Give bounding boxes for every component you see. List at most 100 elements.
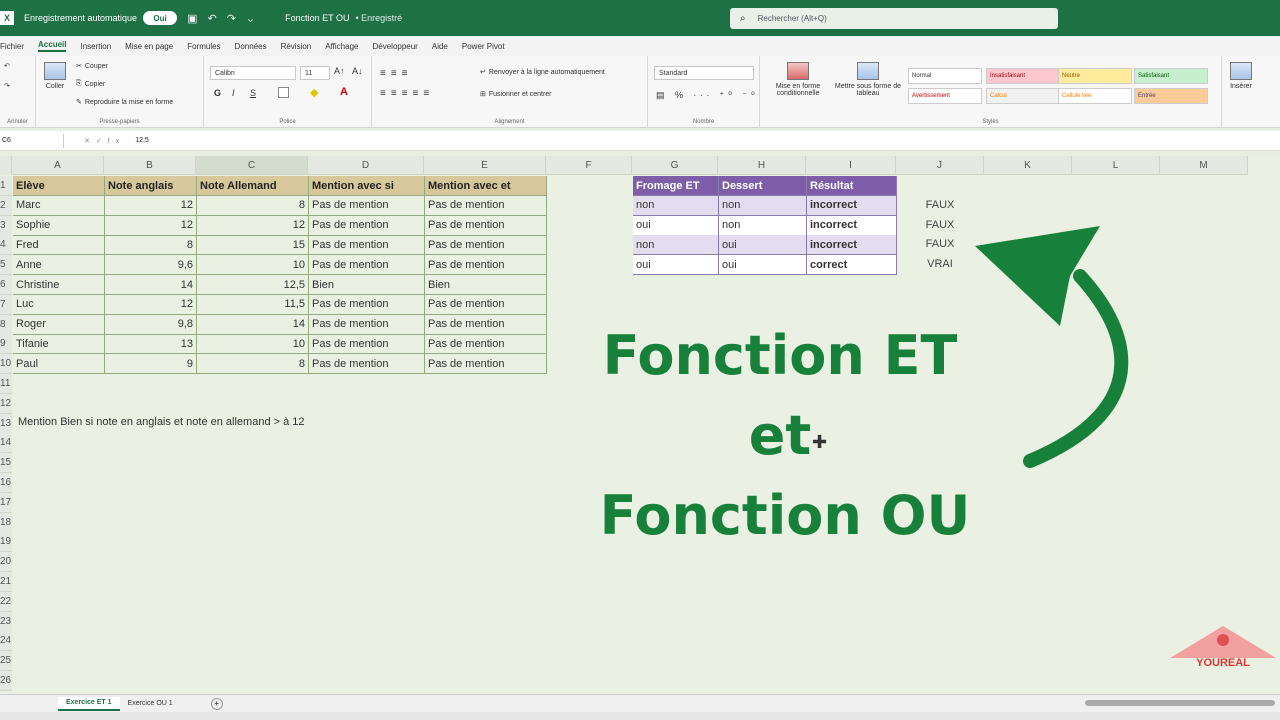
table-cell[interactable]: Pas de mention xyxy=(425,235,547,256)
formula-input[interactable]: 12,5 xyxy=(135,137,149,144)
table-cell[interactable]: Pas de mention xyxy=(309,235,425,256)
table-cell[interactable]: Pas de mention xyxy=(309,255,425,276)
row-header-24[interactable]: 24 xyxy=(0,631,12,652)
row-header-21[interactable]: 21 xyxy=(0,572,12,592)
font-size-select[interactable]: 11 xyxy=(300,66,330,80)
saved-status[interactable]: • Enregistré xyxy=(355,13,402,23)
row-header-9[interactable]: 9 xyxy=(0,334,12,355)
underline-icon[interactable]: S xyxy=(250,88,256,98)
row-header-3[interactable]: 3 xyxy=(0,215,12,236)
table-cell[interactable]: Tifanie xyxy=(13,334,105,355)
sheet-tab-et[interactable]: Exercice ET 1 xyxy=(58,696,120,711)
mention-note[interactable]: Mention Bien si note en anglais et note … xyxy=(18,416,305,428)
logic-cell[interactable]: incorrect xyxy=(807,235,897,256)
column-header-h[interactable]: H xyxy=(718,156,806,175)
table-header-cell[interactable]: Mention avec si xyxy=(309,176,425,196)
fx-icon[interactable]: ✕✓fx xyxy=(84,137,125,145)
tab-help[interactable]: Aide xyxy=(432,42,448,51)
logic-header-cell[interactable]: Résultat xyxy=(807,176,897,196)
tab-developer[interactable]: Développeur xyxy=(372,42,417,51)
table-cell[interactable]: 12 xyxy=(197,215,309,236)
table-cell[interactable]: Pas de mention xyxy=(425,215,547,236)
column-header-l[interactable]: L xyxy=(1072,156,1160,175)
row-header-2[interactable]: 2 xyxy=(0,195,12,216)
column-header-d[interactable]: D xyxy=(308,156,424,175)
decrease-font-icon[interactable]: A↓ xyxy=(352,66,363,76)
row-header-5[interactable]: 5 xyxy=(0,255,12,276)
table-cell[interactable]: Paul xyxy=(13,354,105,375)
table-cell[interactable]: Pas de mention xyxy=(425,334,547,355)
table-cell[interactable]: 15 xyxy=(197,235,309,256)
search-box[interactable]: ⌕ Rechercher (Alt+Q) xyxy=(730,8,1058,29)
style-good[interactable]: Satisfaisant xyxy=(1134,68,1208,84)
table-cell[interactable]: 12 xyxy=(105,294,197,315)
bold-icon[interactable]: G xyxy=(214,88,221,98)
style-normal[interactable]: Normal xyxy=(908,68,982,84)
row-header-19[interactable]: 19 xyxy=(0,532,12,553)
table-cell[interactable]: Pas de mention xyxy=(425,255,547,276)
style-bad[interactable]: Insatisfaisant xyxy=(986,68,1060,84)
logic-cell[interactable]: non xyxy=(633,195,719,216)
table-cell[interactable]: 12 xyxy=(105,195,197,216)
column-header-b[interactable]: B xyxy=(104,156,196,175)
row-header-13[interactable]: 13 xyxy=(0,413,12,434)
tab-data[interactable]: Données xyxy=(235,42,267,51)
row-header-16[interactable]: 16 xyxy=(0,473,12,493)
vertical-align-icons[interactable]: ≡≡≡ xyxy=(380,68,413,79)
column-header-g[interactable]: G xyxy=(632,156,718,175)
table-cell[interactable]: Luc xyxy=(13,294,105,315)
table-cell[interactable]: Pas de mention xyxy=(309,354,425,375)
tab-power-pivot[interactable]: Power Pivot xyxy=(462,42,505,51)
row-header-23[interactable]: 23 xyxy=(0,611,12,632)
row-header-20[interactable]: 20 xyxy=(0,552,12,573)
table-cell[interactable]: Fred xyxy=(13,235,105,256)
table-header-cell[interactable]: Elève xyxy=(13,176,105,196)
tab-home[interactable]: Accueil xyxy=(38,40,67,52)
table-header-cell[interactable]: Note anglais xyxy=(105,176,197,196)
column-header-e[interactable]: E xyxy=(424,156,546,175)
table-cell[interactable]: 12 xyxy=(105,215,197,236)
table-cell[interactable]: Pas de mention xyxy=(425,314,547,335)
table-cell[interactable]: Pas de mention xyxy=(309,334,425,355)
logic-cell[interactable]: oui xyxy=(633,215,719,236)
add-sheet-icon[interactable]: + xyxy=(210,697,223,710)
table-cell[interactable]: 10 xyxy=(197,255,309,276)
wrap-text-button[interactable]: ↵ Renvoyer à la ligne automatiquement xyxy=(480,68,605,77)
table-header-cell[interactable]: Mention avec et xyxy=(425,176,547,196)
logic-cell[interactable]: non xyxy=(633,235,719,256)
row-header-6[interactable]: 6 xyxy=(0,275,12,295)
number-format-icons[interactable]: ▤ % ∙∙∙ ⁺⁰ ⁻⁰ xyxy=(656,90,759,101)
logic-cell[interactable]: incorrect xyxy=(807,215,897,236)
logic-cell[interactable]: non xyxy=(719,215,807,236)
number-format-select[interactable]: Standard xyxy=(654,66,754,80)
font-name-select[interactable]: Calibri xyxy=(210,66,296,80)
logic-cell[interactable]: correct xyxy=(807,255,897,276)
table-cell[interactable]: Sophie xyxy=(13,215,105,236)
row-header-8[interactable]: 8 xyxy=(0,314,12,335)
increase-font-icon[interactable]: A↑ xyxy=(334,66,345,76)
tab-file[interactable]: Fichier xyxy=(0,42,24,51)
table-cell[interactable]: Pas de mention xyxy=(309,215,425,236)
column-header-m[interactable]: M xyxy=(1160,156,1248,175)
table-cell[interactable]: 10 xyxy=(197,334,309,355)
table-cell[interactable]: Pas de mention xyxy=(309,294,425,315)
table-cell[interactable]: 12,5 xyxy=(197,275,309,295)
logic-cell[interactable]: oui xyxy=(719,255,807,276)
table-cell[interactable]: 13 xyxy=(105,334,197,355)
table-cell[interactable]: Christine xyxy=(13,275,105,295)
table-cell[interactable]: 8 xyxy=(105,235,197,256)
column-header-f[interactable]: F xyxy=(546,156,632,175)
conditional-format-button[interactable]: Mise en forme conditionnelle xyxy=(766,62,830,97)
row-header-18[interactable]: 18 xyxy=(0,512,12,533)
redo-icon[interactable]: ↷ xyxy=(227,12,236,25)
logic-header-cell[interactable]: Fromage ET xyxy=(633,176,719,196)
row-header-15[interactable]: 15 xyxy=(0,453,12,474)
tab-view[interactable]: Affichage xyxy=(325,42,358,51)
insert-cells-button[interactable]: Insérer xyxy=(1230,62,1252,90)
logic-cell[interactable]: oui xyxy=(719,235,807,256)
tab-page-layout[interactable]: Mise en page xyxy=(125,42,173,51)
horizontal-scrollbar[interactable] xyxy=(1085,700,1275,706)
format-painter-button[interactable]: ✎ Reproduire la mise en forme xyxy=(76,98,173,107)
borders-icon[interactable] xyxy=(278,87,289,98)
logic-header-cell[interactable]: Dessert xyxy=(719,176,807,196)
